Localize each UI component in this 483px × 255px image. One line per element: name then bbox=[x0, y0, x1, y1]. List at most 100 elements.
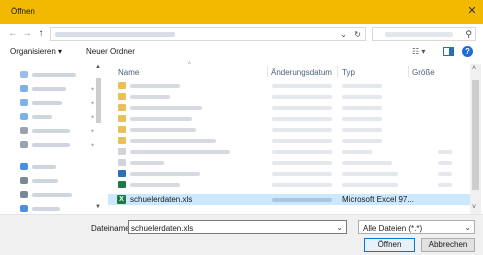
file-type-filter[interactable]: Alle Dateien (*.*) ⌄ bbox=[358, 220, 475, 234]
chevron-down-icon[interactable]: ⌄ bbox=[336, 221, 343, 234]
chevron-down-icon[interactable]: ⌄ bbox=[464, 221, 471, 234]
column-header-date[interactable]: Änderungsdatum bbox=[271, 68, 332, 77]
list-item[interactable] bbox=[108, 146, 470, 157]
file-list-scrollbar[interactable]: ˄ ˅ bbox=[470, 64, 481, 214]
file-type bbox=[342, 95, 382, 99]
file-type bbox=[342, 84, 382, 88]
scroll-up-icon[interactable]: ˄ bbox=[472, 65, 476, 72]
list-item[interactable] bbox=[108, 91, 470, 102]
back-arrow-icon[interactable]: ← bbox=[7, 27, 19, 41]
file-name bbox=[130, 183, 180, 187]
cancel-button[interactable]: Abbrechen bbox=[421, 238, 475, 252]
folder-icon bbox=[118, 115, 126, 122]
file-date bbox=[272, 150, 332, 154]
file-size bbox=[438, 150, 452, 154]
list-item[interactable] bbox=[108, 124, 470, 135]
filter-value: Alle Dateien (*.*) bbox=[363, 224, 423, 233]
forward-arrow-icon[interactable]: → bbox=[21, 27, 33, 41]
address-row: ← → ↑ ⌄ ↻ ⚲ bbox=[0, 24, 483, 44]
list-item[interactable] bbox=[108, 80, 470, 91]
chevron-down-icon[interactable]: ⌄ bbox=[340, 28, 347, 41]
file-size bbox=[438, 172, 452, 176]
breadcrumb bbox=[55, 32, 175, 37]
nav-label bbox=[32, 179, 58, 183]
drive-icon bbox=[20, 127, 28, 134]
column-header-name[interactable]: Name bbox=[118, 68, 139, 77]
file-type bbox=[342, 183, 398, 187]
file-type bbox=[342, 161, 392, 165]
up-arrow-icon[interactable]: ↑ bbox=[35, 27, 47, 41]
column-divider[interactable] bbox=[408, 66, 409, 77]
close-icon[interactable]: ✕ bbox=[466, 5, 478, 17]
file-name bbox=[130, 84, 180, 88]
file-date bbox=[272, 172, 332, 176]
file-type bbox=[342, 106, 382, 110]
open-button[interactable]: Öffnen bbox=[364, 238, 415, 252]
file-type bbox=[342, 128, 382, 132]
folder-icon bbox=[118, 104, 126, 111]
preview-pane-icon[interactable] bbox=[443, 47, 454, 56]
filename-input[interactable]: schuelerdaten.xls ⌄ bbox=[128, 220, 347, 234]
scroll-thumb[interactable] bbox=[472, 80, 479, 190]
list-item[interactable] bbox=[108, 113, 470, 124]
file-name bbox=[130, 139, 216, 143]
column-divider[interactable] bbox=[337, 66, 338, 77]
list-item[interactable] bbox=[108, 168, 470, 179]
document-icon bbox=[118, 159, 126, 166]
search-input[interactable]: ⚲ bbox=[372, 27, 476, 41]
refresh-icon[interactable]: ↻ bbox=[354, 28, 361, 41]
excel-icon: X bbox=[117, 195, 126, 204]
list-item[interactable] bbox=[108, 102, 470, 113]
file-date bbox=[272, 84, 332, 88]
nav-label bbox=[32, 165, 56, 169]
file-size bbox=[438, 161, 452, 165]
scroll-down-icon[interactable]: ˅ bbox=[472, 204, 476, 211]
organize-button[interactable]: Organisieren ▾ bbox=[10, 47, 62, 56]
selected-file-name: schuelerdaten.xls bbox=[130, 195, 193, 204]
nav-label bbox=[32, 143, 70, 147]
file-name bbox=[130, 95, 170, 99]
file-date bbox=[272, 128, 332, 132]
word-doc-icon bbox=[118, 170, 126, 177]
user-icon bbox=[20, 177, 28, 184]
scroll-down-icon[interactable]: ▼ bbox=[95, 204, 101, 210]
sort-ascending-icon: ^ bbox=[188, 62, 191, 68]
scroll-up-icon[interactable]: ▲ bbox=[95, 64, 101, 70]
file-name bbox=[130, 161, 164, 165]
nav-label bbox=[32, 115, 52, 119]
new-folder-button[interactable]: Neuer Ordner bbox=[86, 47, 135, 56]
file-date bbox=[272, 139, 332, 143]
file-type bbox=[342, 150, 372, 154]
nav-label bbox=[32, 101, 62, 105]
scroll-thumb[interactable] bbox=[96, 78, 101, 123]
drive-icon bbox=[20, 141, 28, 148]
user-icon bbox=[20, 191, 28, 198]
search-icon: ⚲ bbox=[465, 29, 472, 39]
nav-label bbox=[32, 193, 72, 197]
file-date bbox=[272, 95, 332, 99]
column-divider[interactable] bbox=[267, 66, 268, 77]
address-bar[interactable]: ⌄ ↻ bbox=[50, 27, 366, 41]
file-size bbox=[438, 183, 452, 187]
list-item[interactable] bbox=[108, 179, 470, 190]
filename-value: schuelerdaten.xls bbox=[131, 224, 194, 233]
column-header-type[interactable]: Typ bbox=[342, 68, 355, 77]
quick-access-icon bbox=[20, 71, 28, 78]
file-name bbox=[130, 128, 196, 132]
computer-icon bbox=[20, 205, 28, 212]
nav-scrollbar[interactable]: ▲ ▼ bbox=[94, 64, 103, 214]
folder-icon bbox=[118, 82, 126, 89]
cloud-icon bbox=[20, 99, 28, 106]
file-date bbox=[272, 106, 332, 110]
view-options-icon[interactable]: ☷ ▾ bbox=[412, 47, 425, 56]
list-item[interactable] bbox=[108, 135, 470, 146]
column-header-size[interactable]: Größe bbox=[412, 68, 435, 77]
help-icon[interactable]: ? bbox=[462, 46, 473, 57]
file-type bbox=[342, 117, 382, 121]
file-date bbox=[272, 198, 332, 202]
file-type bbox=[342, 172, 398, 176]
list-item[interactable] bbox=[108, 157, 470, 168]
file-name bbox=[130, 117, 192, 121]
selected-file-row[interactable]: X schuelerdaten.xls Microsoft Excel 97..… bbox=[108, 194, 470, 205]
folder-icon bbox=[118, 93, 126, 100]
